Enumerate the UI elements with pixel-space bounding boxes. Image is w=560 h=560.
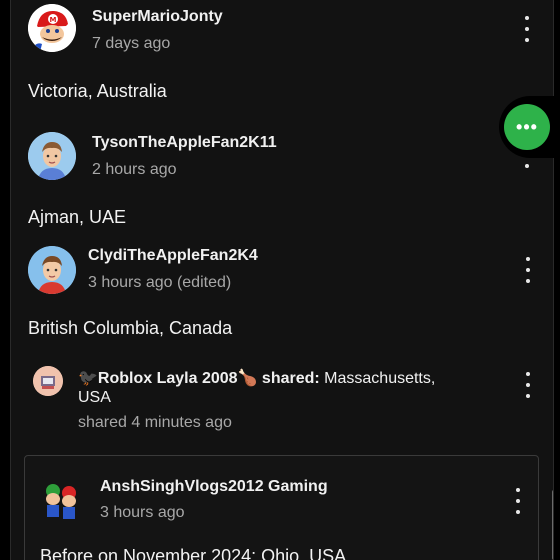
post-timestamp: 2 hours ago — [92, 161, 177, 178]
roblox-avatar-icon[interactable] — [33, 366, 63, 396]
post-text: Victoria, Australia — [28, 81, 167, 101]
post-text: Ajman, UAE — [28, 207, 127, 227]
share-line: 🐦‍⬛Roblox Layla 2008🍗 shared: Massachuse… — [78, 368, 435, 388]
memoji-boy-avatar-icon[interactable] — [28, 132, 76, 180]
more-options-icon[interactable] — [520, 257, 536, 283]
share-value-line2: USA — [78, 389, 111, 406]
share-value: Massachusetts, — [319, 370, 436, 387]
scrollbar[interactable] — [552, 490, 553, 560]
share-action: shared: — [257, 370, 320, 387]
post-author[interactable]: ClydiTheAppleFan2K4 — [88, 247, 258, 265]
post-timestamp: 7 days ago — [92, 35, 171, 52]
shared-post-author[interactable]: AnshSinghVlogs2012 Gaming — [100, 478, 328, 496]
bird-emoji: 🐦‍⬛ — [78, 370, 98, 387]
mario-avatar-icon[interactable]: M — [28, 4, 76, 52]
mario-luigi-avatar-icon[interactable] — [39, 477, 83, 521]
more-options-icon[interactable] — [510, 488, 526, 514]
post-author[interactable]: SuperMarioJonty — [92, 8, 223, 26]
share-user-name[interactable]: Roblox Layla 2008 — [98, 370, 238, 387]
svg-text:M: M — [50, 16, 57, 24]
post-timestamp: 3 hours ago (edited) — [88, 274, 232, 291]
post-author[interactable]: TysonTheAppleFan2K11 — [92, 134, 277, 152]
shared-post-card[interactable]: AnshSinghVlogs2012 Gaming 3 hours ago Be… — [24, 455, 539, 560]
more-actions-fab-icon[interactable]: ••• — [504, 104, 550, 150]
share-timestamp: shared 4 minutes ago — [78, 414, 232, 431]
drumstick-emoji: 🍗 — [237, 370, 258, 387]
shared-post-text: Before on November 2024: Ohio, USA — [40, 546, 347, 560]
memoji-boy-red-avatar-icon[interactable] — [28, 246, 76, 294]
post-text: British Columbia, Canada — [28, 318, 233, 338]
more-options-icon[interactable] — [520, 372, 536, 398]
more-options-icon[interactable] — [519, 16, 535, 42]
shared-post-timestamp: 3 hours ago — [100, 504, 185, 521]
comments-feed: M SuperMarioJonty 7 days ago Victoria, A… — [10, 0, 554, 560]
